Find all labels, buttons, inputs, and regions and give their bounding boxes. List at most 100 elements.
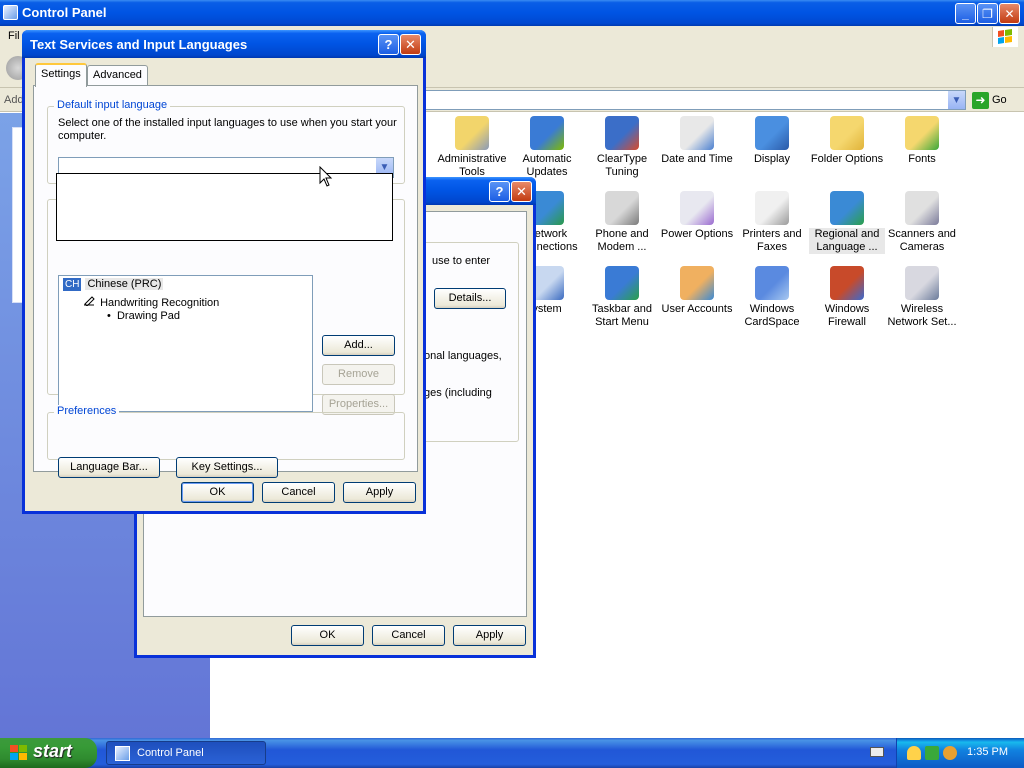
default-language-desc-1: Select one of the installed input langua… [58, 117, 397, 129]
taskbar-item-label: Control Panel [137, 747, 204, 759]
cp-item-administrative-tools[interactable]: Administrative Tools [434, 116, 510, 179]
cp-item-taskbar-and-start-menu[interactable]: Taskbar and Start Menu [584, 266, 660, 329]
windows-globe-icon [530, 116, 564, 150]
regional-ok-button[interactable]: OK [291, 625, 364, 646]
cancel-button[interactable]: Cancel [262, 482, 335, 503]
text-services-titlebar[interactable]: Text Services and Input Languages ? ✕ [22, 30, 426, 58]
firewall-icon [830, 266, 864, 300]
help-icon[interactable]: ? [489, 181, 510, 202]
clock: 1:35 PM [967, 746, 1008, 758]
cp-item-fonts[interactable]: Fonts [884, 116, 960, 166]
installed-services-tree[interactable]: CH Chinese (PRC) Handwriting Recognition … [58, 275, 313, 412]
details-button[interactable]: Details... [434, 288, 506, 309]
tree-item-service[interactable]: Handwriting Recognition [83, 294, 219, 309]
cp-item-windows-firewall[interactable]: Windows Firewall [809, 266, 885, 329]
close-icon[interactable]: ✕ [511, 181, 532, 202]
power-icon [680, 191, 714, 225]
cp-item-label: User Accounts [661, 303, 733, 315]
regional-text-1: use to enter [432, 255, 491, 267]
cp-item-display[interactable]: Display [734, 116, 810, 166]
tree-item-subservice[interactable]: • Drawing Pad [107, 310, 180, 322]
cp-item-label: Fonts [908, 153, 936, 165]
ok-button[interactable]: OK [181, 482, 254, 503]
minimize-button[interactable]: _ [955, 3, 976, 24]
scanner-camera-icon [905, 191, 939, 225]
text-services-dialog: Text Services and Input Languages ? ✕ Se… [22, 30, 426, 514]
go-button[interactable]: ➜ Go [972, 91, 1007, 109]
cp-item-label: Automatic Updates [522, 153, 572, 178]
restore-button[interactable]: ❐ [977, 3, 998, 24]
taskbar-item-control-panel[interactable]: Control Panel [106, 741, 266, 765]
network-icon[interactable] [925, 746, 939, 760]
cp-item-label: Display [753, 153, 791, 165]
cp-item-label: Windows CardSpace [744, 303, 800, 328]
cp-item-wireless-network-setup[interactable]: Wireless Network Set... [884, 266, 960, 329]
subservice-name: Drawing Pad [116, 310, 180, 322]
taskbar: start Control Panel 1:35 PM [0, 738, 1024, 768]
cp-item-regional-and-language[interactable]: Regional and Language ... [809, 191, 885, 254]
go-label: Go [992, 94, 1007, 106]
cp-item-scanners-and-cameras[interactable]: Scanners and Cameras [884, 191, 960, 254]
dialog-title: Text Services and Input Languages [30, 37, 248, 52]
pen-icon [83, 294, 97, 309]
default-language-dropdown-list[interactable] [56, 173, 393, 241]
mouse-cursor-icon [319, 166, 333, 187]
control-panel-icon [3, 5, 18, 20]
tree-item-language[interactable]: CH Chinese (PRC) [63, 278, 164, 291]
window-title: Control Panel [22, 5, 107, 20]
address-label: Add [4, 94, 24, 106]
cp-item-label: Administrative Tools [437, 153, 507, 178]
remove-button[interactable]: Remove [322, 364, 395, 385]
regional-apply-button[interactable]: Apply [453, 625, 526, 646]
preferences-group: Preferences [47, 405, 405, 460]
tab-settings[interactable]: Settings [35, 63, 87, 87]
windows-flag-icon [992, 27, 1018, 47]
search-icon[interactable] [943, 746, 957, 760]
key-settings-button[interactable]: Key Settings... [176, 457, 278, 478]
language-bar-button[interactable]: Language Bar... [58, 457, 160, 478]
clock-calendar-icon [680, 116, 714, 150]
cp-item-windows-cardspace[interactable]: Windows CardSpace [734, 266, 810, 329]
address-input[interactable]: ▼ [420, 90, 966, 110]
cp-item-label: Date and Time [661, 153, 733, 165]
menu-file[interactable]: Fil [8, 30, 20, 42]
cp-item-printers-and-faxes[interactable]: Printers and Faxes [734, 191, 810, 254]
tab-advanced[interactable]: Advanced [87, 65, 148, 85]
control-panel-titlebar[interactable]: Control Panel _ ❐ ✕ [0, 0, 1024, 26]
monitor-icon [755, 116, 789, 150]
wireless-icon [905, 266, 939, 300]
service-name: Handwriting Recognition [100, 297, 220, 309]
text-services-group [414, 242, 519, 442]
chevron-down-icon[interactable]: ▼ [948, 91, 965, 109]
cp-item-label: ystem [532, 303, 562, 315]
cp-item-cleartype-tuning[interactable]: ClearType Tuning [584, 116, 660, 179]
printer-icon [755, 191, 789, 225]
cp-item-folder-options[interactable]: Folder Options [809, 116, 885, 166]
close-button[interactable]: ✕ [999, 3, 1020, 24]
add-button[interactable]: Add... [322, 335, 395, 356]
go-arrow-icon: ➜ [972, 91, 989, 109]
cp-item-label: Wireless Network Set... [887, 303, 957, 328]
cp-item-label: Phone and Modem ... [595, 228, 649, 253]
cp-item-date-and-time[interactable]: Date and Time [659, 116, 735, 166]
cp-item-automatic-updates[interactable]: Automatic Updates [509, 116, 585, 179]
regional-cancel-button[interactable]: Cancel [372, 625, 445, 646]
bullet-icon: • [107, 310, 111, 322]
regional-text-2: onal languages, [424, 350, 502, 362]
phone-icon [605, 191, 639, 225]
keyboard-icon[interactable] [870, 747, 884, 757]
language-code-badge: CH [63, 278, 82, 291]
apply-button[interactable]: Apply [343, 482, 416, 503]
cp-item-user-accounts[interactable]: User Accounts [659, 266, 735, 316]
default-language-desc-2: computer. [58, 130, 107, 142]
start-button[interactable]: start [0, 738, 97, 768]
close-icon[interactable]: ✕ [400, 34, 421, 55]
cp-item-power-options[interactable]: Power Options [659, 191, 735, 241]
default-language-legend: Default input language [54, 99, 171, 111]
cp-item-phone-and-modem[interactable]: Phone and Modem ... [584, 191, 660, 254]
help-icon[interactable]: ? [378, 34, 399, 55]
cp-item-label: Power Options [660, 228, 734, 240]
fonts-folder-icon [905, 116, 939, 150]
cp-item-label: Printers and Faxes [742, 228, 802, 253]
security-shield-icon[interactable] [907, 746, 921, 760]
